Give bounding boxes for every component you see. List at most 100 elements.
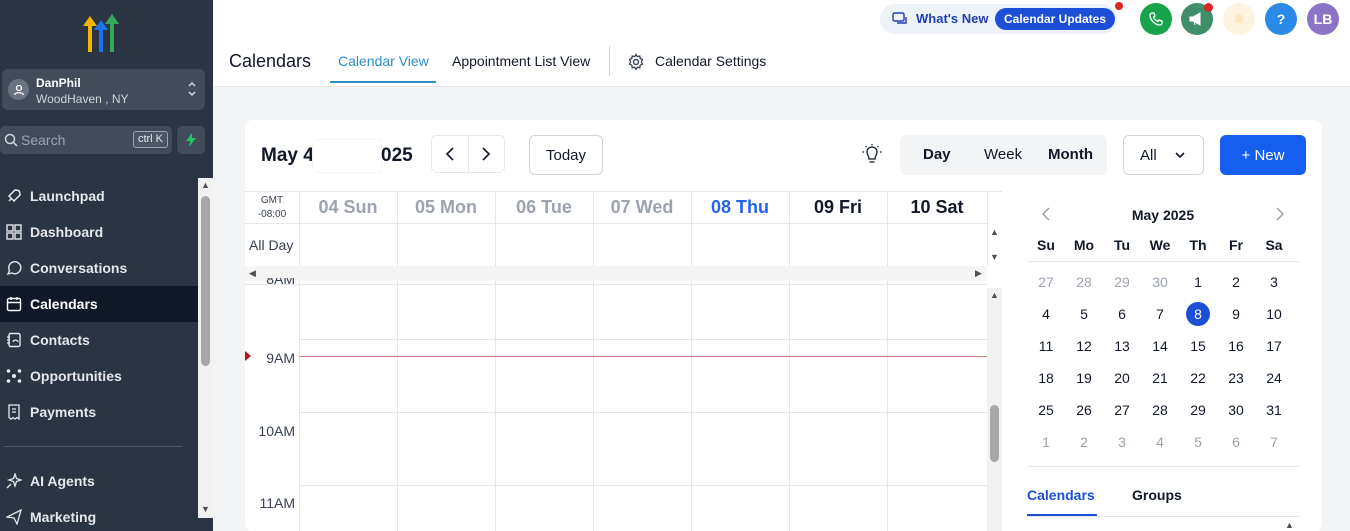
sidebar-item-contacts[interactable]: Contacts <box>0 322 198 358</box>
mini-calendar-day[interactable]: 5 <box>1072 302 1096 326</box>
day-header[interactable]: 10 Sat <box>887 191 987 223</box>
scroll-up-arrow-icon[interactable]: ▲ <box>1285 520 1294 530</box>
sidebar-item-payments[interactable]: Payments <box>0 394 198 430</box>
app-logo[interactable] <box>80 12 122 52</box>
whats-new-banner[interactable]: What's New Calendar Updates <box>880 2 1123 34</box>
mini-calendar-day[interactable]: 11 <box>1034 334 1058 358</box>
sidebar-scroll-thumb[interactable] <box>201 196 210 366</box>
today-button[interactable]: Today <box>529 135 603 175</box>
day-header-today[interactable]: 08 Thu <box>691 191 789 223</box>
calendar-filter-select[interactable]: All <box>1123 135 1204 175</box>
day-header[interactable]: 04 Sun <box>299 191 397 223</box>
mini-calendar-day[interactable]: 25 <box>1034 398 1058 422</box>
mini-calendar-day[interactable]: 30 <box>1148 270 1172 294</box>
scroll-up-arrow-icon[interactable]: ▲ <box>990 290 999 300</box>
mini-calendar-day[interactable]: 24 <box>1262 366 1286 390</box>
day-header[interactable]: 06 Tue <box>495 191 593 223</box>
mini-calendar-day[interactable]: 29 <box>1186 398 1210 422</box>
tab-calendar-view[interactable]: Calendar View <box>338 53 429 69</box>
mini-calendar-day[interactable]: 2 <box>1072 430 1096 454</box>
scroll-up-arrow-icon[interactable]: ▲ <box>990 227 999 237</box>
scroll-down-arrow-icon[interactable]: ▼ <box>201 504 210 514</box>
mini-calendar-day[interactable]: 22 <box>1186 366 1210 390</box>
mini-calendar-day[interactable]: 26 <box>1072 398 1096 422</box>
mini-calendar-day[interactable]: 1 <box>1034 430 1058 454</box>
mini-calendar-day-selected[interactable]: 8 <box>1186 302 1210 326</box>
mini-calendar-day[interactable]: 27 <box>1110 398 1134 422</box>
chevron-right-icon[interactable] <box>1275 207 1285 221</box>
help-button[interactable]: ? <box>1265 3 1297 35</box>
mini-calendar-day[interactable]: 9 <box>1224 302 1248 326</box>
view-month-button[interactable]: Month <box>1048 146 1093 163</box>
scroll-right-arrow-icon[interactable]: ▶ <box>975 268 982 279</box>
scroll-up-arrow-icon[interactable]: ▲ <box>201 180 210 190</box>
mini-calendar-day[interactable]: 12 <box>1072 334 1096 358</box>
grid-vertical-scrollbar[interactable]: ▲ <box>987 288 1002 531</box>
tab-calendars[interactable]: Calendars <box>1027 487 1095 503</box>
mini-calendar-day[interactable]: 27 <box>1034 270 1058 294</box>
sidebar-item-ai-agents[interactable]: AI Agents <box>0 463 198 499</box>
mini-calendar-day[interactable]: 13 <box>1110 334 1134 358</box>
sidebar-item-opportunities[interactable]: Opportunities <box>0 358 198 394</box>
sidebar-item-launchpad[interactable]: Launchpad <box>0 178 198 214</box>
mini-calendar-day[interactable]: 23 <box>1224 366 1248 390</box>
mini-calendar-day[interactable]: 6 <box>1110 302 1134 326</box>
day-header[interactable]: 05 Mon <box>397 191 495 223</box>
mini-calendar-day[interactable]: 19 <box>1072 366 1096 390</box>
tab-appointment-list-view[interactable]: Appointment List View <box>452 53 590 69</box>
week-grid: GMT -08:00 04 Sun 05 Mon 06 Tue 07 Wed 0… <box>245 191 1002 531</box>
view-week-button[interactable]: Week <box>984 146 1022 163</box>
next-week-button[interactable] <box>469 136 505 172</box>
notifications-button[interactable] <box>1223 3 1255 35</box>
day-header[interactable]: 07 Wed <box>593 191 691 223</box>
tab-groups[interactable]: Groups <box>1132 487 1182 503</box>
sidebar-item-calendars[interactable]: Calendars <box>0 286 198 322</box>
mini-calendar-day[interactable]: 17 <box>1262 334 1286 358</box>
sidebar-item-conversations[interactable]: Conversations <box>0 250 198 286</box>
phone-button[interactable] <box>1140 3 1172 35</box>
mini-calendar-day[interactable]: 29 <box>1110 270 1134 294</box>
mini-calendar-day[interactable]: 28 <box>1072 270 1096 294</box>
grid-scroll-thumb[interactable] <box>990 405 999 462</box>
mini-calendar-day[interactable]: 7 <box>1262 430 1286 454</box>
new-appointment-button[interactable]: + New <box>1220 135 1306 175</box>
mini-calendar-day[interactable]: 14 <box>1148 334 1172 358</box>
mini-calendar-day[interactable]: 21 <box>1148 366 1172 390</box>
account-name: DanPhil <box>36 76 81 90</box>
mini-calendar-day[interactable]: 2 <box>1224 270 1248 294</box>
mini-calendar-day[interactable]: 16 <box>1224 334 1248 358</box>
sidebar-scrollbar[interactable]: ▲ ▼ <box>198 178 213 518</box>
view-day-button[interactable]: Day <box>923 146 951 163</box>
mini-calendar-day[interactable]: 4 <box>1034 302 1058 326</box>
lightbulb-icon[interactable] <box>862 144 882 166</box>
calendar-updates-pill[interactable]: Calendar Updates <box>995 8 1116 30</box>
mini-calendar-day[interactable]: 3 <box>1262 270 1286 294</box>
mini-calendar-day[interactable]: 31 <box>1262 398 1286 422</box>
user-avatar[interactable]: LB <box>1307 3 1339 35</box>
mini-calendar-day[interactable]: 18 <box>1034 366 1058 390</box>
quick-actions-button[interactable] <box>177 126 205 154</box>
mini-calendar-day[interactable]: 6 <box>1224 430 1248 454</box>
mini-calendar-day[interactable]: 3 <box>1110 430 1134 454</box>
mini-calendar-day[interactable]: 28 <box>1148 398 1172 422</box>
tab-calendar-settings[interactable]: Calendar Settings <box>655 53 766 69</box>
horizontal-scrollbar[interactable]: ◀ ▶ <box>245 266 987 281</box>
mini-calendar-day[interactable]: 30 <box>1224 398 1248 422</box>
grid-line <box>789 191 790 531</box>
mini-calendar-day[interactable]: 1 <box>1186 270 1210 294</box>
sidebar-search[interactable]: Search ctrl K <box>0 126 172 154</box>
gear-icon[interactable] <box>627 53 645 71</box>
scroll-down-arrow-icon[interactable]: ▼ <box>990 252 999 262</box>
announcements-button[interactable] <box>1181 3 1213 35</box>
mini-calendar-day[interactable]: 5 <box>1186 430 1210 454</box>
mini-calendar-day[interactable]: 7 <box>1148 302 1172 326</box>
mini-calendar-day[interactable]: 20 <box>1110 366 1134 390</box>
sidebar-item-marketing[interactable]: Marketing <box>0 499 198 531</box>
mini-calendar-day[interactable]: 4 <box>1148 430 1172 454</box>
day-header[interactable]: 09 Fri <box>789 191 887 223</box>
account-switcher[interactable]: DanPhil WoodHaven , NY <box>2 69 205 110</box>
mini-calendar-day[interactable]: 10 <box>1262 302 1286 326</box>
prev-week-button[interactable] <box>432 136 469 172</box>
mini-calendar-day[interactable]: 15 <box>1186 334 1210 358</box>
sidebar-item-dashboard[interactable]: Dashboard <box>0 214 198 250</box>
